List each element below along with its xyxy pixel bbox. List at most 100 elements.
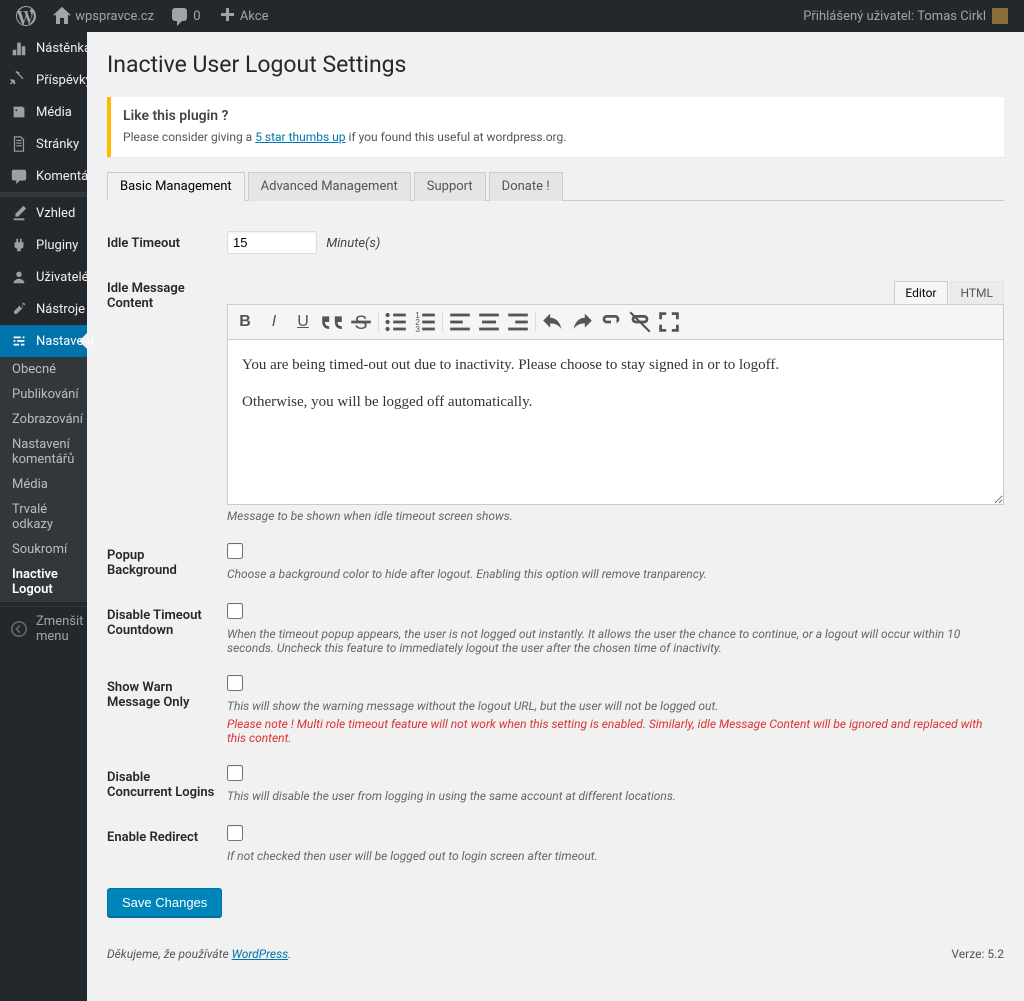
- main-content: Inactive User Logout Settings Like this …: [87, 32, 1024, 1001]
- wordpress-icon: [16, 6, 36, 26]
- notice-text-post: if you found this useful at wordpress.or…: [346, 130, 567, 144]
- tab-support[interactable]: Support: [414, 172, 486, 201]
- align-center-button[interactable]: [475, 308, 503, 336]
- popup-bg-checkbox[interactable]: [227, 543, 243, 559]
- collapse-menu[interactable]: Zmenšit menu: [0, 606, 87, 651]
- pin-icon: [10, 71, 28, 89]
- link-button[interactable]: [597, 308, 625, 336]
- sidebar-item-comment[interactable]: Komentáře: [0, 160, 87, 192]
- submenu-item[interactable]: Zobrazování: [0, 407, 87, 432]
- align-right-button[interactable]: [504, 308, 532, 336]
- new-content-link[interactable]: Akce: [209, 0, 277, 32]
- home-icon: [52, 6, 72, 26]
- sidebar-item-label: Nastavení: [36, 334, 94, 349]
- editor-body[interactable]: You are being timed-out out due to inact…: [227, 340, 1004, 505]
- disable-countdown-desc: When the timeout popup appears, the user…: [227, 627, 1004, 655]
- italic-button[interactable]: I: [260, 308, 288, 336]
- site-name: wpspravce.cz: [75, 9, 154, 24]
- bullet-list-button[interactable]: [382, 308, 410, 336]
- redirect-label: Enable Redirect: [107, 815, 227, 873]
- appearance-icon: [10, 204, 28, 222]
- comments-link[interactable]: 0: [162, 0, 209, 32]
- sidebar-item-page[interactable]: Stránky: [0, 128, 87, 160]
- sidebar-item-label: Média: [36, 105, 72, 120]
- submenu-item[interactable]: Obecné: [0, 357, 87, 382]
- align-left-button[interactable]: [446, 308, 474, 336]
- redo-button[interactable]: [568, 308, 596, 336]
- sidebar-item-appearance[interactable]: Vzhled: [0, 197, 87, 229]
- submenu-item[interactable]: Inactive Logout: [0, 562, 87, 602]
- underline-button[interactable]: U: [289, 308, 317, 336]
- rating-notice: Like this plugin ? Please consider givin…: [107, 97, 1004, 157]
- tools-icon: [10, 300, 28, 318]
- comment-icon: [170, 6, 190, 26]
- collapse-icon: [10, 620, 28, 638]
- tab-basic-management[interactable]: Basic Management: [107, 172, 245, 201]
- site-name-link[interactable]: wpspravce.cz: [44, 0, 162, 32]
- editor-caption: Message to be shown when idle timeout sc…: [227, 509, 1004, 523]
- idle-timeout-unit: Minute(s): [326, 236, 380, 251]
- submenu-item[interactable]: Publikování: [0, 382, 87, 407]
- rating-link[interactable]: 5 star thumbs up: [255, 130, 345, 144]
- sidebar-item-label: Vzhled: [36, 206, 75, 221]
- sidebar-item-label: Příspěvky: [36, 73, 92, 88]
- footer-wp-link[interactable]: WordPress: [232, 947, 289, 961]
- idle-timeout-input[interactable]: [227, 231, 317, 254]
- admin-sidebar: NástěnkaPříspěvky Média Stránky Komentáře Vz…: [0, 32, 87, 1001]
- user-name: Tomas Cirkl: [917, 9, 986, 24]
- number-list-button[interactable]: 123: [411, 308, 439, 336]
- submenu-item[interactable]: Média: [0, 472, 87, 497]
- sidebar-item-label: Nástěnka: [36, 41, 91, 56]
- sidebar-item-label: Pluginy: [36, 238, 78, 253]
- editor-tab-html[interactable]: HTML: [950, 281, 1005, 304]
- fullscreen-button[interactable]: [655, 308, 683, 336]
- sidebar-item-dashboard[interactable]: Nástěnka: [0, 32, 87, 64]
- comment-icon: [10, 167, 28, 185]
- submenu-item[interactable]: Nastavení komentářů: [0, 432, 87, 472]
- user-account-link[interactable]: Přihlášený uživatel: Tomas Cirkl: [795, 0, 1016, 32]
- notice-heading: Like this plugin ?: [123, 108, 992, 124]
- popup-bg-desc: Choose a background color to hide after …: [227, 567, 1004, 581]
- disable-countdown-checkbox[interactable]: [227, 603, 243, 619]
- dashboard-icon: [10, 39, 28, 57]
- sidebar-item-label: Uživatelé: [36, 270, 89, 285]
- media-icon: [10, 103, 28, 121]
- idle-timeout-label: Idle Timeout: [107, 221, 227, 266]
- strikethrough-button[interactable]: S: [347, 308, 375, 336]
- sidebar-item-label: Nástroje: [36, 302, 85, 317]
- sidebar-item-pin[interactable]: Příspěvky: [0, 64, 87, 96]
- save-button[interactable]: Save Changes: [107, 888, 222, 917]
- warn-only-label: Show Warn Message Only: [107, 665, 227, 755]
- undo-button[interactable]: [539, 308, 567, 336]
- notice-text-pre: Please consider giving a: [123, 130, 255, 144]
- tab-advanced-management[interactable]: Advanced Management: [248, 172, 411, 201]
- editor-tab-visual[interactable]: Editor: [894, 281, 947, 304]
- sidebar-item-user[interactable]: Uživatelé: [0, 261, 87, 293]
- sidebar-item-media[interactable]: Média: [0, 96, 87, 128]
- disable-countdown-label: Disable Timeout Countdown: [107, 593, 227, 665]
- concurrent-checkbox[interactable]: [227, 765, 243, 781]
- concurrent-label: Disable Concurrent Logins: [107, 755, 227, 815]
- user-icon: [10, 268, 28, 286]
- footer-pre: Děkujeme, že používáte: [107, 947, 232, 961]
- warn-only-checkbox[interactable]: [227, 675, 243, 691]
- sidebar-item-tools[interactable]: Nástroje: [0, 293, 87, 325]
- new-label: Akce: [240, 9, 269, 24]
- wp-logo[interactable]: [8, 0, 44, 32]
- sidebar-item-settings[interactable]: Nastavení: [0, 325, 87, 357]
- sidebar-item-label: Stránky: [36, 137, 79, 152]
- submenu-item[interactable]: Trvalé odkazy: [0, 497, 87, 537]
- quote-button[interactable]: [318, 308, 346, 336]
- avatar: [992, 8, 1008, 24]
- unlink-button[interactable]: [626, 308, 654, 336]
- sidebar-item-plugin[interactable]: Pluginy: [0, 229, 87, 261]
- collapse-label: Zmenšit menu: [36, 614, 87, 644]
- bold-button[interactable]: B: [231, 308, 259, 336]
- concurrent-desc: This will disable the user from logging …: [227, 789, 1004, 803]
- admin-bar: wpspravce.cz 0 Akce Přihlášený uživatel:…: [0, 0, 1024, 32]
- tab-donate-[interactable]: Donate !: [489, 172, 563, 201]
- popup-bg-label: Popup Background: [107, 533, 227, 593]
- submenu-item[interactable]: Soukromí: [0, 537, 87, 562]
- redirect-desc: If not checked then user will be logged …: [227, 849, 1004, 863]
- redirect-checkbox[interactable]: [227, 825, 243, 841]
